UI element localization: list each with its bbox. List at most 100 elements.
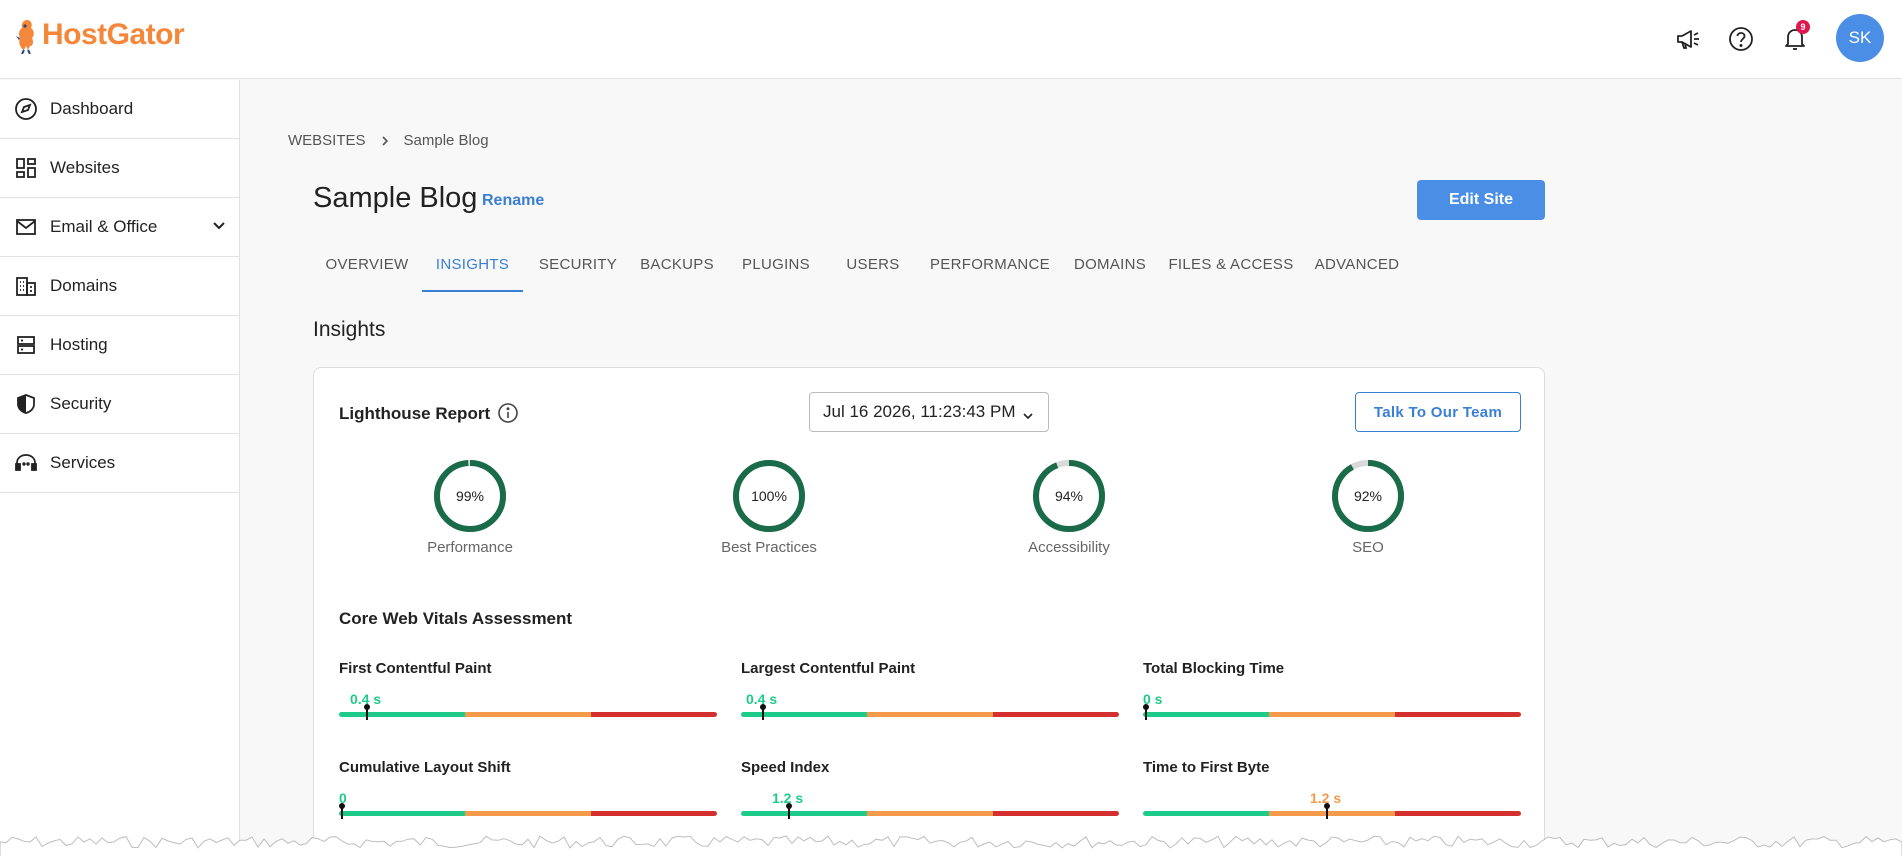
score-gauge-seo: 92% SEO (1288, 459, 1448, 556)
metric-speed-index: Speed Index 1.2 s (741, 759, 1119, 829)
scale-segment-good (741, 712, 867, 717)
chevron-down-icon[interactable] (211, 218, 227, 239)
report-date-select[interactable]: Jul 16 2026, 11:23:43 PM (809, 392, 1049, 432)
tab-security[interactable]: SECURITY (534, 248, 622, 292)
metric-value: 1.2 s (1310, 790, 1342, 806)
scale-segment-poor (993, 811, 1119, 816)
scale-segment-poor (591, 712, 717, 717)
sidebar-item-label: Email & Office (50, 217, 158, 236)
metric-scale-bar (741, 811, 1119, 816)
scale-segment-average (867, 811, 993, 816)
metric-largest-contentful-paint: Largest Contentful Paint 0.4 s (741, 660, 1119, 730)
tab-domains[interactable]: DOMAINS (1064, 248, 1156, 292)
sidebar-item-label: Websites (50, 158, 120, 177)
scale-segment-good (1143, 811, 1269, 816)
metric-value: 0 s (1143, 691, 1163, 707)
metric-first-contentful-paint: First Contentful Paint 0.4 s (339, 660, 717, 730)
metric-marker (339, 803, 345, 819)
metric-name: First Contentful Paint (339, 660, 492, 677)
metric-value: 0 (339, 790, 347, 806)
tab-files-access[interactable]: FILES & ACCESS (1167, 248, 1295, 292)
sidebar-item-label: Domains (50, 276, 118, 295)
score-gauge-best-practices: 100% Best Practices (689, 459, 849, 556)
lighthouse-title: Lighthouse Report (339, 404, 491, 423)
building-icon (14, 274, 38, 298)
lighthouse-card: Lighthouse Report Jul 16 2026, 11:23:43 … (313, 367, 1545, 856)
metric-value: 1.2 s (772, 790, 804, 806)
grid-icon (14, 156, 38, 180)
rename-link[interactable]: Rename (482, 192, 544, 210)
score-value: 94% (1054, 488, 1084, 504)
tab-overview[interactable]: OVERVIEW (313, 248, 421, 292)
tab-advanced[interactable]: ADVANCED (1305, 248, 1409, 292)
tab-insights[interactable]: INSIGHTS (422, 248, 523, 292)
sidebar-item-websites[interactable]: Websites (0, 139, 239, 198)
tab-backups[interactable]: BACKUPS (632, 248, 722, 292)
megaphone-icon[interactable] (1673, 24, 1703, 54)
help-icon[interactable] (1726, 24, 1756, 54)
metric-scale-bar (1143, 712, 1521, 717)
sidebar-item-dashboard[interactable]: Dashboard (0, 80, 239, 139)
metric-name: Total Blocking Time (1143, 660, 1285, 677)
metric-marker (364, 704, 370, 720)
bell-icon[interactable]: 9 (1780, 20, 1810, 54)
score-label: SEO (1352, 539, 1384, 556)
scale-segment-poor (1395, 712, 1521, 717)
metric-marker (760, 704, 766, 720)
torn-edge-decoration (0, 835, 1902, 856)
tab-performance[interactable]: PERFORMANCE (923, 248, 1057, 292)
scale-segment-poor (1395, 811, 1521, 816)
sidebar: Dashboard Websites Email & Office Domain… (0, 80, 240, 856)
score-gauge-accessibility: 94% Accessibility (989, 459, 1149, 556)
scale-segment-poor (591, 811, 717, 816)
scale-segment-good (741, 811, 867, 816)
compass-icon (14, 97, 38, 121)
top-bar: HostGator 9 SK (0, 0, 1902, 79)
scale-segment-average (465, 712, 591, 717)
sidebar-item-label: Services (50, 453, 116, 472)
breadcrumb: WEBSITES Sample Blog (288, 132, 489, 149)
scale-segment-good (1143, 712, 1269, 717)
scale-segment-good (339, 712, 465, 717)
sidebar-item-domains[interactable]: Domains (0, 257, 239, 316)
metric-scale-bar (741, 712, 1119, 717)
breadcrumb-root-link[interactable]: WEBSITES (288, 132, 366, 149)
scale-segment-average (465, 811, 591, 816)
sidebar-item-label: Hosting (50, 335, 108, 354)
scale-segment-average (1269, 712, 1395, 717)
sidebar-item-hosting[interactable]: Hosting (0, 316, 239, 375)
info-icon[interactable] (497, 402, 519, 429)
chevron-right-icon (380, 135, 390, 147)
talk-to-team-button[interactable]: Talk To Our Team (1355, 392, 1521, 432)
score-label: Best Practices (721, 539, 817, 556)
tab-plugins[interactable]: PLUGINS (732, 248, 820, 292)
sidebar-item-email-office[interactable]: Email & Office (0, 198, 239, 257)
site-tabs: OVERVIEW INSIGHTS SECURITY BACKUPS PLUGI… (313, 248, 1545, 292)
metric-value: 0.4 s (746, 691, 778, 707)
metric-cumulative-layout-shift: Cumulative Layout Shift 0 (339, 759, 717, 829)
gator-logo-icon (16, 20, 34, 54)
metric-scale-bar (339, 712, 717, 717)
mail-icon (14, 215, 38, 239)
shield-icon (14, 392, 38, 416)
metric-scale-bar (339, 811, 717, 816)
metric-total-blocking-time: Total Blocking Time 0 s (1143, 660, 1521, 730)
metric-marker (1143, 704, 1149, 720)
sidebar-item-security[interactable]: Security (0, 375, 239, 434)
tab-users[interactable]: USERS (834, 248, 912, 292)
headset-icon (14, 451, 38, 475)
sidebar-item-services[interactable]: Services (0, 434, 239, 493)
metric-name: Speed Index (741, 759, 830, 776)
score-gauge-performance: 99% Performance (390, 459, 550, 556)
sidebar-item-label: Security (50, 394, 112, 413)
score-label: Performance (427, 539, 513, 556)
edit-site-button[interactable]: Edit Site (1417, 180, 1545, 220)
core-web-vitals-title: Core Web Vitals Assessment (339, 609, 573, 628)
score-value: 92% (1353, 488, 1383, 504)
hostgator-logo[interactable]: HostGator (14, 16, 185, 54)
sidebar-item-label: Dashboard (50, 99, 134, 118)
metric-marker (786, 803, 792, 819)
avatar[interactable]: SK (1836, 14, 1884, 62)
metric-name: Time to First Byte (1143, 759, 1270, 776)
metric-marker (1324, 803, 1330, 819)
